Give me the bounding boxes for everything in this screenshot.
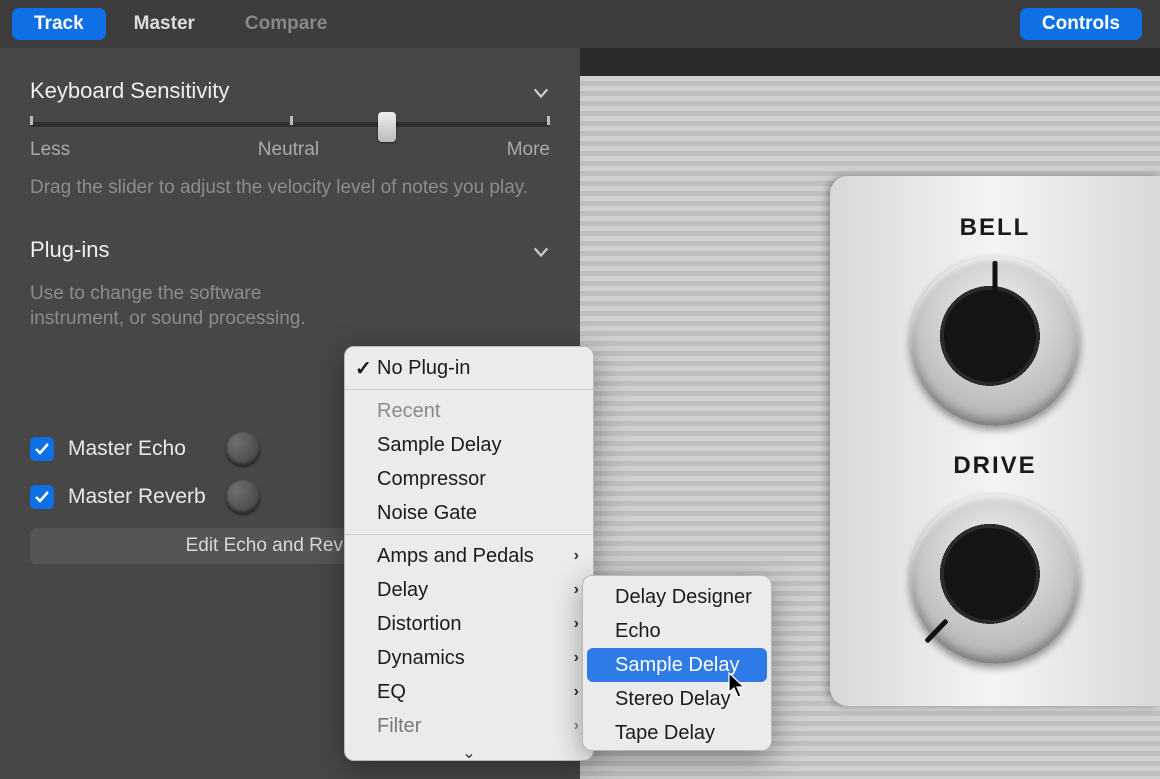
tab-track[interactable]: Track	[12, 8, 106, 40]
submenu-item-echo[interactable]: Echo	[583, 614, 771, 648]
label-less: Less	[30, 139, 70, 161]
submenu-item-sample-delay[interactable]: Sample Delay	[587, 648, 767, 682]
menu-header-recent: Recent	[345, 394, 593, 428]
menu-item-eq[interactable]: EQ›	[345, 675, 593, 709]
label-master-reverb: Master Reverb	[68, 485, 206, 509]
tab-master[interactable]: Master	[112, 8, 217, 40]
chevron-right-icon: ›	[574, 581, 579, 599]
menu-item-distortion[interactable]: Distortion›	[345, 607, 593, 641]
knob-master-echo[interactable]	[226, 432, 260, 466]
label-neutral: Neutral	[258, 139, 319, 161]
section-title: Plug-ins	[30, 237, 109, 263]
menu-scroll-down-icon[interactable]: ⌄	[345, 743, 593, 761]
section-keyboard-sensitivity[interactable]: Keyboard Sensitivity	[30, 78, 550, 104]
label-master-echo: Master Echo	[68, 437, 186, 461]
sensitivity-slider[interactable]	[30, 122, 550, 127]
menu-item-filter[interactable]: Filter›	[345, 709, 593, 743]
menu-item-recent[interactable]: Sample Delay	[345, 428, 593, 462]
compare-button[interactable]: Compare	[223, 8, 349, 40]
menu-separator	[345, 534, 593, 535]
submenu-item-stereo-delay[interactable]: Stereo Delay	[583, 682, 771, 716]
menu-item-recent[interactable]: Compressor	[345, 462, 593, 496]
menu-separator	[345, 389, 593, 390]
knob-master-reverb[interactable]	[226, 480, 260, 514]
plugin-submenu-delay: Delay Designer Echo Sample Delay Stereo …	[582, 575, 772, 751]
sensitivity-hint: Drag the slider to adjust the velocity l…	[30, 175, 550, 201]
amp-panel: BELL DRIVE	[830, 176, 1160, 706]
knob-label-bell: BELL	[960, 214, 1031, 242]
menu-item-amps-and-pedals[interactable]: Amps and Pedals›	[345, 539, 593, 573]
menu-item-dynamics[interactable]: Dynamics›	[345, 641, 593, 675]
knob-label-drive: DRIVE	[953, 452, 1036, 480]
knob-drive[interactable]	[910, 494, 1080, 664]
menu-item-recent[interactable]: Noise Gate	[345, 496, 593, 530]
chevron-right-icon: ›	[574, 717, 579, 735]
knob-bell[interactable]	[910, 256, 1080, 426]
chevron-right-icon: ›	[574, 683, 579, 701]
slider-thumb[interactable]	[378, 112, 396, 142]
plugins-hint: Use to change the software instrument, o…	[30, 281, 350, 332]
chevron-right-icon: ›	[574, 615, 579, 633]
chevron-down-icon	[532, 82, 550, 100]
top-toolbar: Track Master Compare Controls	[0, 0, 1160, 48]
plugin-menu: No Plug-in Recent Sample Delay Compresso…	[344, 346, 594, 761]
checkbox-master-echo[interactable]	[30, 437, 54, 461]
section-title: Keyboard Sensitivity	[30, 78, 229, 104]
chevron-down-icon	[532, 241, 550, 259]
submenu-item-tape-delay[interactable]: Tape Delay	[583, 716, 771, 750]
menu-item-no-plugin[interactable]: No Plug-in	[345, 351, 593, 385]
menu-item-delay[interactable]: Delay›	[345, 573, 593, 607]
chevron-right-icon: ›	[574, 649, 579, 667]
controls-button[interactable]: Controls	[1020, 8, 1142, 40]
submenu-item-delay-designer[interactable]: Delay Designer	[583, 580, 771, 614]
label-more: More	[507, 139, 550, 161]
section-plugins[interactable]: Plug-ins	[30, 237, 550, 263]
chevron-right-icon: ›	[574, 547, 579, 565]
slider-labels: Less Neutral More	[30, 139, 550, 161]
checkbox-master-reverb[interactable]	[30, 485, 54, 509]
